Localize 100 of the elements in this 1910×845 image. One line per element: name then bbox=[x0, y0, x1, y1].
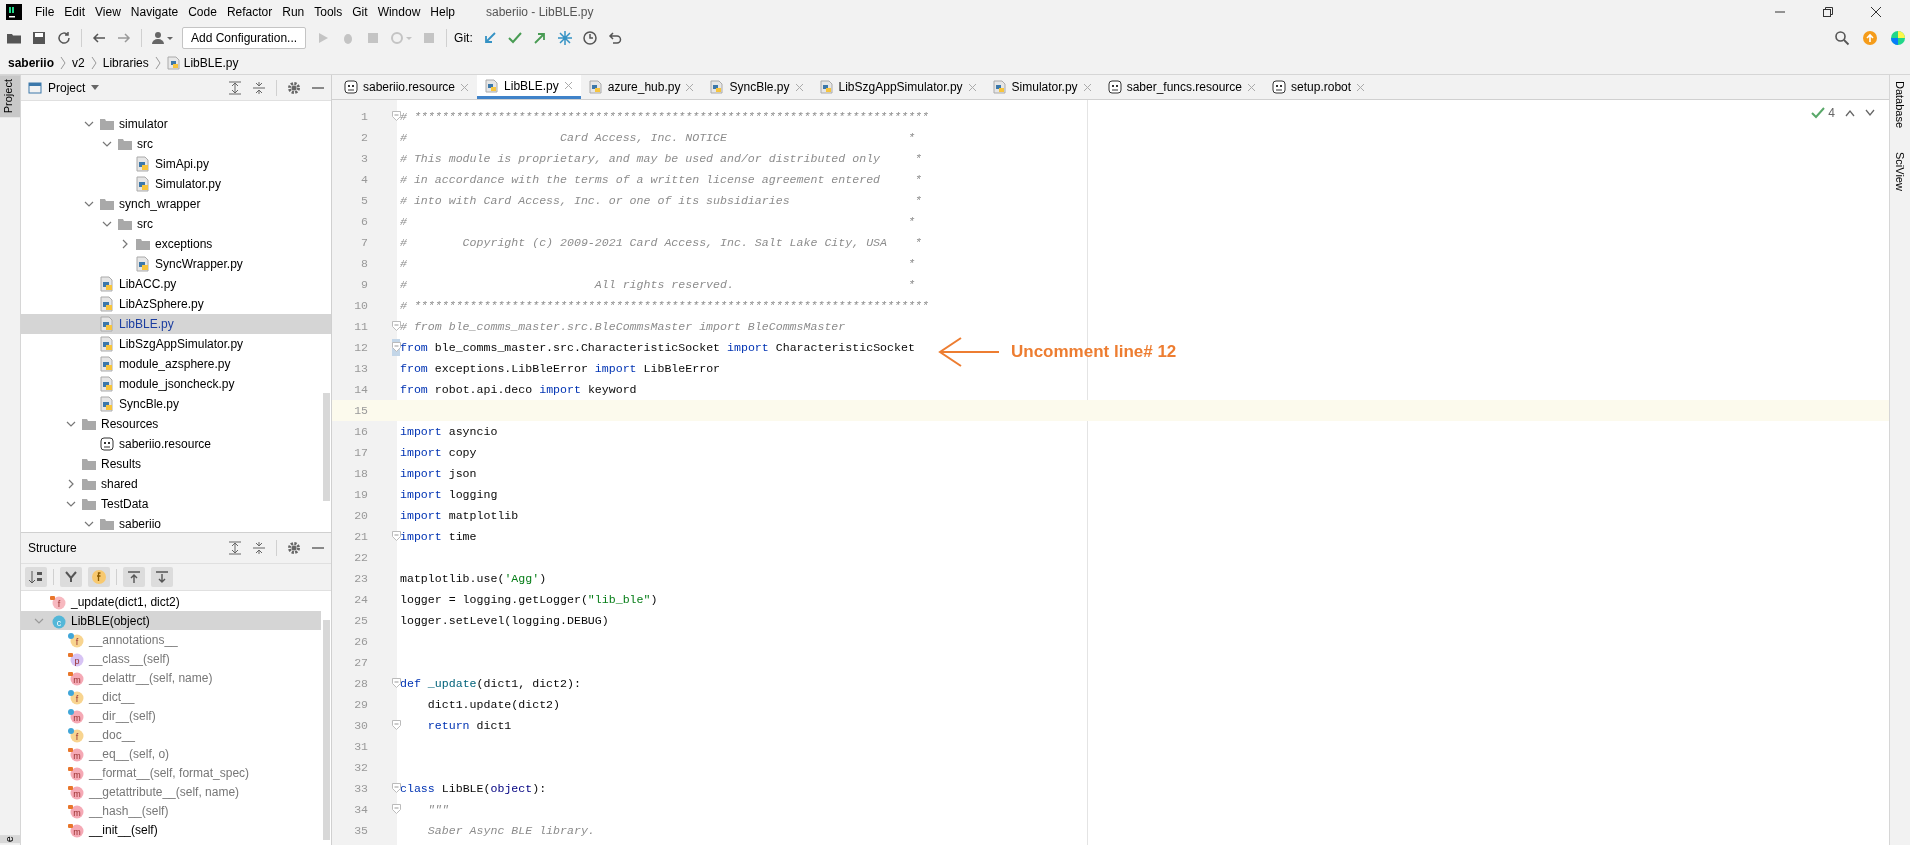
caret-icon[interactable] bbox=[91, 84, 100, 91]
tree-item[interactable]: TestData bbox=[21, 494, 331, 514]
tree-item[interactable]: exceptions bbox=[21, 234, 331, 254]
tree-item[interactable]: Simulator.py bbox=[21, 174, 331, 194]
tree-item[interactable]: SimApi.py bbox=[21, 154, 331, 174]
fold-icon[interactable] bbox=[392, 720, 401, 730]
structure-item[interactable]: m __getattribute__(self, name) bbox=[21, 782, 321, 801]
scroll-from-source-icon[interactable] bbox=[123, 567, 145, 587]
structure-item[interactable]: m __eq__(self, o) bbox=[21, 744, 321, 763]
editor-tab[interactable]: LibBLE.py bbox=[477, 75, 581, 99]
breadcrumb-item[interactable]: saberiio bbox=[8, 55, 55, 70]
tool-window-tab[interactable]: Project bbox=[0, 75, 20, 118]
tree-item[interactable]: saberiio bbox=[21, 514, 331, 532]
menu-item[interactable]: Window bbox=[374, 5, 428, 19]
sort-alpha-icon[interactable] bbox=[25, 567, 47, 587]
tree-item[interactable]: LibAzSphere.py bbox=[21, 294, 331, 314]
chevron-icon[interactable] bbox=[66, 499, 76, 509]
tree-item[interactable]: module_azsphere.py bbox=[21, 354, 331, 374]
tree-item[interactable]: Results bbox=[21, 454, 331, 474]
restore-icon[interactable] bbox=[1822, 6, 1834, 18]
expand-all-icon[interactable] bbox=[228, 541, 242, 555]
history-clock-icon[interactable] bbox=[581, 29, 598, 46]
tool-window-tab[interactable]: SciView bbox=[1894, 150, 1906, 194]
menu-item[interactable]: Edit bbox=[61, 5, 93, 19]
breadcrumb-item[interactable]: v2 bbox=[72, 55, 85, 70]
fold-icon[interactable] bbox=[392, 804, 401, 814]
editor-tab[interactable]: setup.robot bbox=[1264, 75, 1374, 99]
undo-icon[interactable] bbox=[606, 29, 623, 46]
scrollbar-thumb[interactable] bbox=[323, 393, 330, 501]
menu-item[interactable]: Git bbox=[349, 5, 375, 19]
field-filter-icon[interactable] bbox=[88, 567, 110, 587]
scroll-to-source-icon[interactable] bbox=[151, 567, 173, 587]
tree-item[interactable]: src bbox=[21, 214, 331, 234]
chevron-icon[interactable] bbox=[84, 199, 94, 209]
chevron-icon[interactable] bbox=[66, 419, 76, 429]
fold-icon[interactable] bbox=[392, 531, 401, 541]
chevron-icon[interactable] bbox=[84, 119, 94, 129]
tree-item[interactable]: module_jsoncheck.py bbox=[21, 374, 331, 394]
menu-item[interactable]: Run bbox=[279, 5, 312, 19]
sync-icon[interactable] bbox=[56, 29, 72, 46]
fold-icon[interactable] bbox=[392, 321, 401, 331]
structure-item[interactable]: f __dict__ bbox=[21, 687, 321, 706]
tree-item[interactable]: saberiio.resource bbox=[21, 434, 331, 454]
expand-all-icon[interactable] bbox=[228, 80, 242, 95]
structure-item[interactable]: m __format__(self, format_spec) bbox=[21, 763, 321, 782]
breadcrumb-item[interactable]: Libraries bbox=[102, 55, 149, 70]
tree-item[interactable]: src bbox=[21, 134, 331, 154]
tree-item[interactable]: LibSzgAppSimulator.py bbox=[21, 334, 331, 354]
structure-item[interactable]: m __hash__(self) bbox=[21, 801, 321, 820]
tree-item[interactable]: simulator bbox=[21, 114, 331, 134]
fold-icon[interactable] bbox=[392, 342, 401, 352]
tree-item[interactable]: shared bbox=[21, 474, 331, 494]
sparkle-icon[interactable] bbox=[556, 29, 573, 46]
structure-item[interactable]: p __class__(self) bbox=[21, 649, 321, 668]
structure-item[interactable]: f _update(dict1, dict2) bbox=[21, 592, 321, 611]
breadcrumb-item[interactable]: LibBLE.py bbox=[183, 55, 239, 70]
menu-item[interactable]: Help bbox=[427, 5, 462, 19]
tool-window-tab[interactable]: e bbox=[0, 834, 20, 843]
fold-icon[interactable] bbox=[392, 678, 401, 688]
editor-tab[interactable]: SyncBle.py bbox=[702, 75, 812, 99]
close-icon[interactable] bbox=[1870, 6, 1882, 18]
search-icon[interactable] bbox=[1834, 29, 1850, 46]
structure-item[interactable]: f __annotations__ bbox=[21, 630, 321, 649]
structure-item[interactable]: f __doc__ bbox=[21, 725, 321, 744]
colorful-logo-icon[interactable] bbox=[1890, 29, 1906, 46]
collapse-all-icon[interactable] bbox=[252, 80, 266, 95]
user-dropdown-icon[interactable] bbox=[151, 29, 173, 46]
tree-item[interactable]: LibBLE.py bbox=[21, 314, 331, 334]
chevron-icon[interactable] bbox=[66, 479, 76, 489]
menu-item[interactable]: Code bbox=[185, 5, 224, 19]
tool-window-tab[interactable]: Database bbox=[1894, 79, 1906, 131]
chevron-icon[interactable] bbox=[102, 139, 112, 149]
add-configuration-button[interactable]: Add Configuration... bbox=[182, 26, 307, 49]
tree-item[interactable]: Resources bbox=[21, 414, 331, 434]
chevron-icon[interactable] bbox=[120, 239, 130, 249]
chevron-icon[interactable] bbox=[102, 219, 112, 229]
fold-icon[interactable] bbox=[392, 783, 401, 793]
tree-item[interactable]: LibACC.py bbox=[21, 274, 331, 294]
fold-icon[interactable] bbox=[392, 111, 401, 121]
editor-tab[interactable]: saberiio.resource bbox=[336, 75, 478, 99]
editor-tab[interactable]: Simulator.py bbox=[984, 75, 1100, 99]
editor-tab[interactable]: azure_hub.py bbox=[580, 75, 703, 99]
chevron-icon[interactable] bbox=[84, 519, 94, 529]
editor-tab[interactable]: LibSzgAppSimulator.py bbox=[811, 75, 985, 99]
menu-item[interactable]: Refactor bbox=[223, 5, 280, 19]
menu-item[interactable]: Tools bbox=[311, 5, 350, 19]
scrollbar-thumb[interactable] bbox=[323, 620, 330, 840]
menu-item[interactable]: Navigate bbox=[127, 5, 186, 19]
tree-item[interactable]: SyncBle.py bbox=[21, 394, 331, 414]
hierarchy-icon[interactable] bbox=[60, 567, 82, 587]
structure-item[interactable]: c LibBLE(object) bbox=[21, 611, 321, 630]
structure-item[interactable]: m __init__(self) bbox=[21, 820, 321, 839]
structure-item[interactable]: m __delattr__(self, name) bbox=[21, 668, 321, 687]
settings-icon[interactable] bbox=[287, 541, 301, 555]
settings-icon[interactable] bbox=[287, 80, 301, 95]
menu-item[interactable]: View bbox=[92, 5, 128, 19]
save-icon[interactable] bbox=[31, 29, 47, 46]
structure-item[interactable]: m __dir__(self) bbox=[21, 706, 321, 725]
editor-tab[interactable]: saber_funcs.resource bbox=[1099, 75, 1265, 99]
menu-item[interactable]: File bbox=[32, 5, 62, 19]
